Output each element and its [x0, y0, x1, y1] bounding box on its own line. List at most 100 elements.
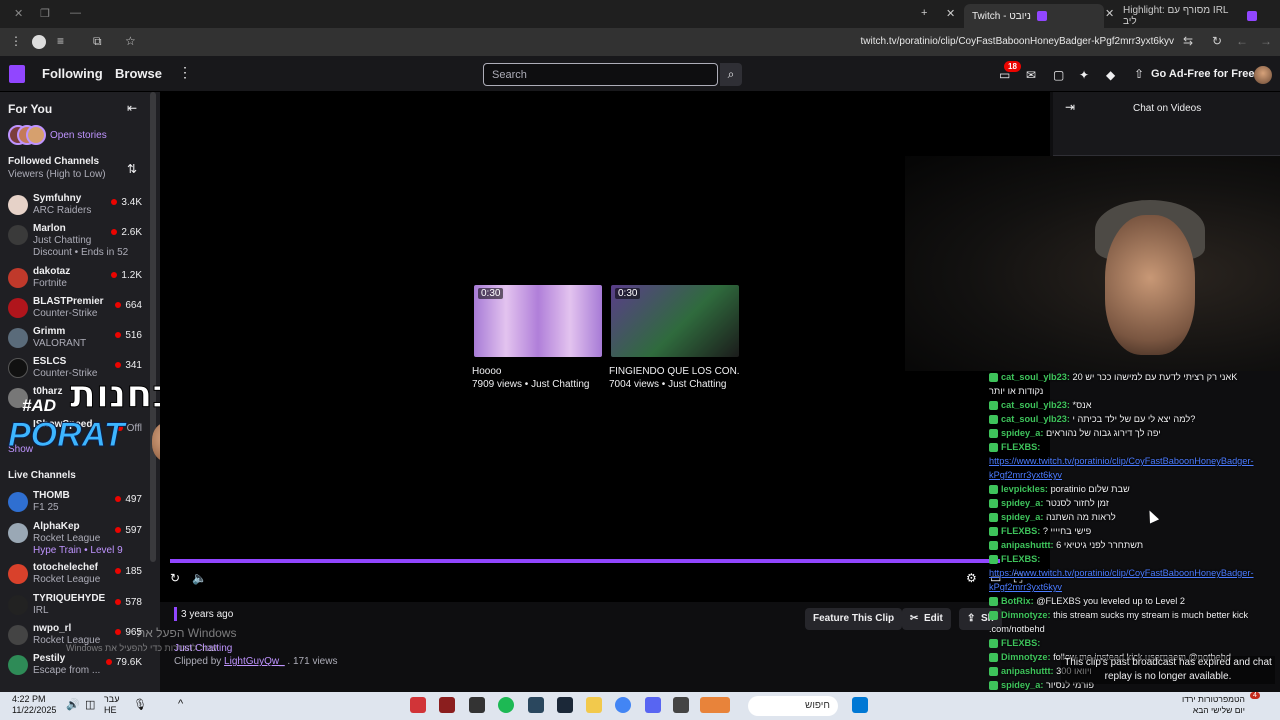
- clip-thumbnail[interactable]: 0:30: [611, 285, 739, 357]
- app-steam-alt-icon[interactable]: [528, 697, 544, 713]
- language-indicator[interactable]: עבר HE: [104, 694, 119, 716]
- chat-username[interactable]: cat_soul_ylb23:: [1001, 372, 1070, 382]
- chat-link[interactable]: kPgf2mrr3yxt6kyv: [989, 470, 1062, 480]
- close-tab-icon[interactable]: ✕: [1105, 7, 1114, 20]
- sort-icon[interactable]: ⇅: [127, 162, 137, 176]
- spotify-icon[interactable]: [498, 697, 514, 713]
- sidebar-channel[interactable]: Grimm VALORANT 516: [0, 324, 150, 354]
- video-progress-bar[interactable]: [170, 559, 1000, 563]
- app-epic-icon[interactable]: [469, 697, 485, 713]
- chat-username[interactable]: anipashuttt:: [1001, 666, 1054, 676]
- sidebar-scrollbar[interactable]: [150, 92, 156, 562]
- chat-username[interactable]: FLEXBS:: [1001, 638, 1040, 648]
- chat-username[interactable]: FLEXBS:: [1001, 526, 1040, 536]
- back-icon[interactable]: →: [1260, 34, 1272, 48]
- user-avatar[interactable]: [1254, 66, 1272, 84]
- discord-icon[interactable]: [645, 697, 661, 713]
- nav-browse[interactable]: Browse: [115, 66, 162, 81]
- sidebar-channel[interactable]: totochelechef Rocket League 185: [0, 560, 150, 590]
- chat-username[interactable]: spidey_a:: [1001, 512, 1043, 522]
- forward-icon[interactable]: ←: [1236, 34, 1248, 48]
- file-explorer-icon[interactable]: [586, 697, 602, 713]
- chat-username[interactable]: levpickles:: [1001, 484, 1048, 494]
- bookmark-star-icon[interactable]: ☆: [125, 34, 136, 48]
- open-stories-link[interactable]: Open stories: [50, 130, 107, 141]
- volume-icon[interactable]: 🔈: [192, 571, 207, 585]
- app-record-icon[interactable]: [410, 697, 426, 713]
- install-app-icon[interactable]: ⧉: [93, 34, 102, 49]
- chrome-icon[interactable]: [615, 697, 631, 713]
- sidebar-channel[interactable]: THOMB F1 25 497: [0, 488, 150, 518]
- chat-username[interactable]: spidey_a:: [1001, 680, 1043, 690]
- chat-username[interactable]: Dimnotyze:: [1001, 652, 1051, 662]
- avatar: [8, 298, 28, 318]
- chat-username[interactable]: spidey_a:: [1001, 428, 1043, 438]
- clip-title[interactable]: FINGIENDO QUE LOS CON...: [609, 366, 739, 377]
- profile-icon[interactable]: [32, 35, 46, 49]
- expand-chat-icon[interactable]: ⇥: [1065, 100, 1075, 114]
- windows-start-icon[interactable]: [852, 697, 868, 713]
- nav-following[interactable]: Following: [42, 66, 103, 81]
- edit-button[interactable]: ✂ Edit: [902, 608, 951, 630]
- prime-icon[interactable]: ◆: [1106, 68, 1115, 82]
- extensions-icon[interactable]: ≡: [57, 34, 64, 48]
- app-game-icon[interactable]: [439, 697, 455, 713]
- extension-icon[interactable]: ✦: [1079, 68, 1089, 82]
- feature-clip-button[interactable]: Feature This Clip: [805, 608, 903, 630]
- chat-badge-icon: [989, 527, 998, 537]
- sidebar-channel[interactable]: Symfuhny ARC Raiders 3.4K: [0, 191, 150, 221]
- search-icon[interactable]: ⌕: [720, 63, 742, 86]
- sidebar-channel[interactable]: AlphaKep Rocket League 597 Hype Train • …: [0, 519, 150, 559]
- menu-dots-icon[interactable]: ⋮: [10, 34, 22, 48]
- network-icon[interactable]: ◫: [85, 698, 95, 711]
- widget-icon[interactable]: [700, 697, 730, 713]
- chat-username[interactable]: BotRix:: [1001, 596, 1034, 606]
- chat-link[interactable]: https://www.twitch.tv/poratinio/clip/Coy…: [989, 456, 1254, 466]
- window-close-icon[interactable]: ✕: [14, 7, 23, 20]
- sidebar-channel[interactable]: TYRIQUEHYDE IRL 578: [0, 591, 150, 621]
- sidebar-channel[interactable]: BLASTPremier Counter-Strike 664: [0, 294, 150, 324]
- reload-icon[interactable]: ↻: [1212, 34, 1222, 48]
- chat-username[interactable]: Dimnotyze:: [1001, 610, 1051, 620]
- stories-avatars[interactable]: [8, 125, 46, 147]
- chat-username[interactable]: spidey_a:: [1001, 498, 1043, 508]
- chat-username[interactable]: cat_soul_ylb23:: [1001, 414, 1070, 424]
- collapse-sidebar-icon[interactable]: ⇤: [127, 101, 137, 115]
- app-generic-icon[interactable]: [673, 697, 689, 713]
- search-input[interactable]: Search: [483, 63, 718, 86]
- clipper-link[interactable]: LightGuyQw_: [224, 656, 285, 667]
- replay-icon[interactable]: ↻: [170, 571, 180, 585]
- sidebar-channel[interactable]: dakotaz Fortnite 1.2K: [0, 264, 150, 294]
- sidebar-channel[interactable]: Pestily Escape from ... 79.6K: [0, 651, 150, 681]
- chat-username[interactable]: anipashuttt:: [1001, 540, 1054, 550]
- microphone-icon[interactable]: 🎙: [133, 698, 147, 711]
- url-field[interactable]: twitch.tv/poratinio/clip/CoyFastBaboonHo…: [861, 36, 1174, 47]
- speaker-icon[interactable]: 🔊: [66, 698, 80, 711]
- ad-free-button[interactable]: Go Ad-Free for Free: [1151, 68, 1255, 80]
- tray-expand-icon[interactable]: ^: [178, 698, 183, 710]
- sidebar-channel[interactable]: Marlon Just Chatting 2.6K Discount • End…: [0, 221, 150, 261]
- chat-username[interactable]: FLEXBS:: [1001, 442, 1040, 452]
- chat-username[interactable]: FLEXBS:: [1001, 554, 1040, 564]
- clip-title[interactable]: Hoooo: [472, 366, 602, 377]
- more-menu-icon[interactable]: ⋮: [178, 64, 192, 81]
- steam-icon[interactable]: [557, 697, 573, 713]
- window-restore-icon[interactable]: ❐: [40, 7, 50, 20]
- clip-thumbnail[interactable]: 0:30: [474, 285, 602, 357]
- chat-username[interactable]: cat_soul_ylb23:: [1001, 400, 1070, 410]
- close-tab-icon[interactable]: ✕: [946, 7, 955, 20]
- whispers-icon[interactable]: ▢: [1053, 68, 1064, 82]
- taskbar-clock[interactable]: 4:22 PM 11/22/2025: [12, 694, 56, 716]
- weather-widget[interactable]: הטמפרטורות ירדו יום שלישי הבא: [1182, 694, 1245, 716]
- taskbar-search[interactable]: חיפוש: [748, 696, 838, 716]
- chat-link[interactable]: kPgf2mrr3yxt6kyv: [989, 582, 1062, 592]
- settings-gear-icon[interactable]: ⚙: [966, 571, 977, 585]
- tab-twitch[interactable]: Twitch - ניובט: [964, 4, 1104, 28]
- new-tab-icon[interactable]: +: [921, 7, 927, 19]
- inbox-icon[interactable]: ✉: [1026, 68, 1036, 82]
- tab-highlight[interactable]: Highlight: מסורף עם IRL ליב: [1115, 4, 1265, 28]
- window-minimize-icon[interactable]: —: [70, 7, 81, 19]
- chat-link[interactable]: https://www.twitch.tv/poratinio/clip/Coy…: [989, 568, 1254, 578]
- twitch-logo-icon[interactable]: [9, 65, 25, 83]
- tune-icon[interactable]: ⇆: [1183, 34, 1193, 48]
